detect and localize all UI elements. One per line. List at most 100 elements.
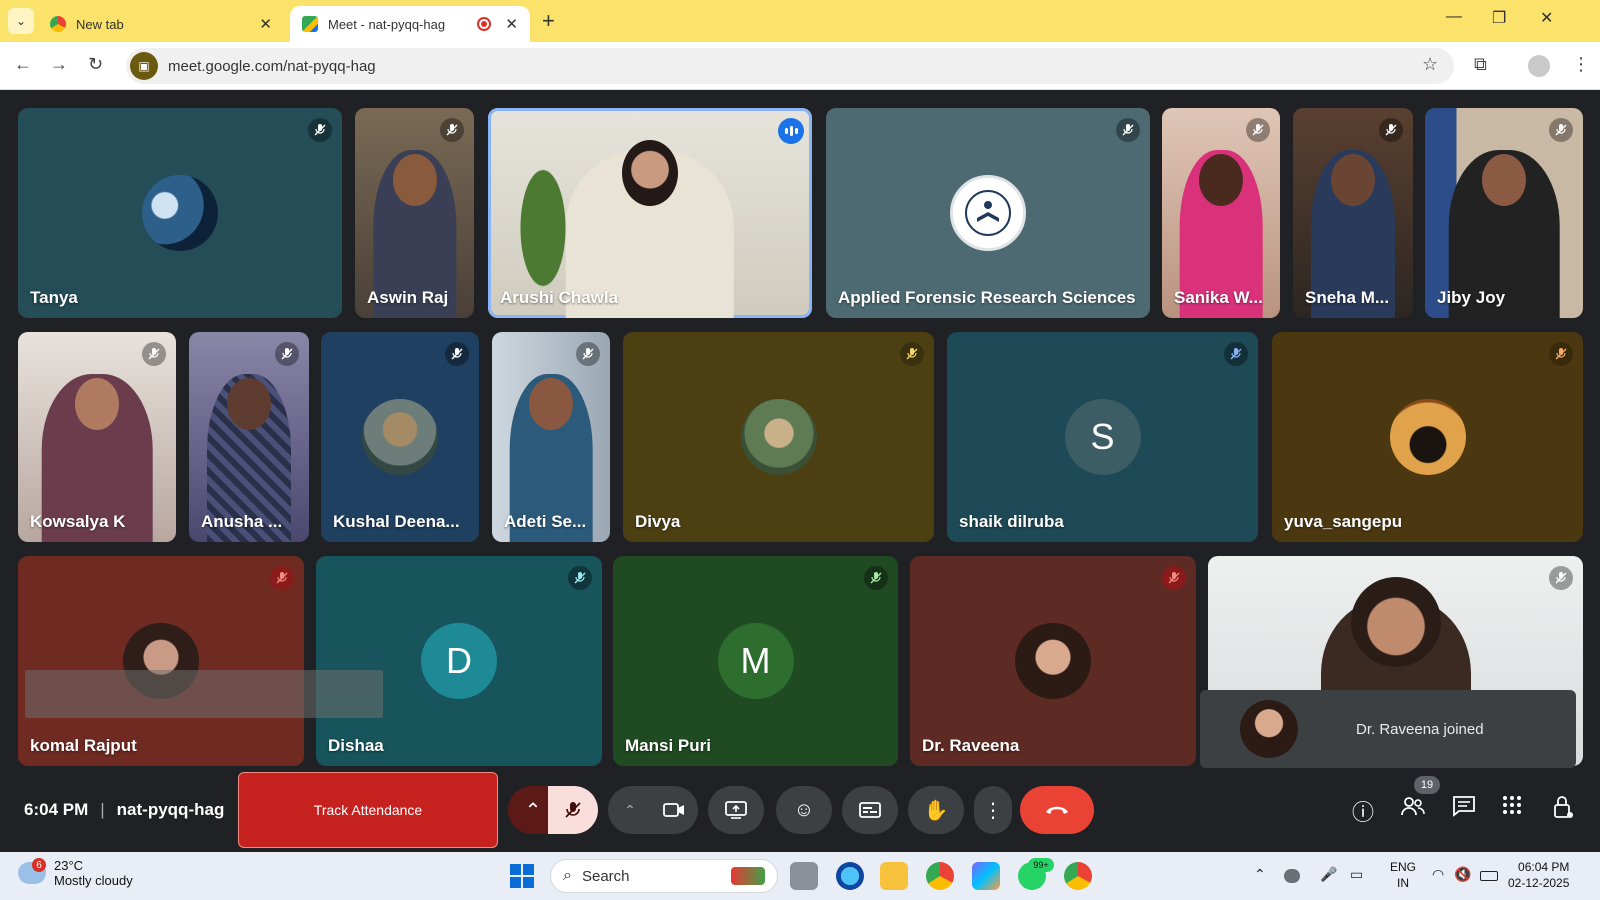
participant-name: Sneha M... [1305, 288, 1390, 307]
taskbar-search-box[interactable]: ⌕ Search [550, 859, 778, 893]
task-view-icon[interactable] [790, 862, 818, 890]
video-options-chevron-icon[interactable]: ⌃ [608, 786, 652, 834]
bookmark-star-icon[interactable]: ☆ [1422, 54, 1438, 75]
file-explorer-icon[interactable] [880, 862, 908, 890]
participant-tile[interactable]: D Mansi Puri Dishaa [316, 556, 602, 766]
wifi-icon[interactable]: ◠ [1432, 866, 1444, 883]
present-screen-button[interactable] [708, 786, 764, 834]
participant-name: Applied Forensic Research Sciences [838, 288, 1136, 307]
participant-tile-active-speaker[interactable]: Arushi Chawla [488, 108, 812, 318]
participant-tile[interactable]: M Mansi Puri [613, 556, 898, 766]
mic-toggle-button[interactable] [548, 786, 598, 834]
tab-new-tab[interactable]: New tab ✕ [38, 6, 284, 42]
tray-overflow-chevron-icon[interactable]: ⌃ [1254, 866, 1266, 883]
participant-tile[interactable]: Adeti Se... [492, 332, 610, 542]
chrome-menu-icon[interactable]: ⋮ [1572, 54, 1590, 75]
captions-button[interactable] [842, 786, 898, 834]
raise-hand-button[interactable]: ✋ [908, 786, 964, 834]
participant-tile[interactable]: Applied Forensic Research Sciences [826, 108, 1150, 318]
back-arrow-icon[interactable]: ← [14, 54, 32, 75]
host-controls-lock-icon[interactable] [1552, 795, 1574, 825]
participant-tile[interactable]: Sanika W... [1162, 108, 1280, 318]
browser-tab-strip: ⌄ New tab ✕ Meet - nat-pyqq-hag ✕ + — ❐ … [0, 0, 1600, 42]
input-language[interactable]: ENG IN [1390, 859, 1416, 891]
browser-toolbar: ← → ↻ ▣ meet.google.com/nat-pyqq-hag ☆ ⧉… [0, 42, 1600, 90]
whatsapp-badge: 99+ [1028, 858, 1054, 872]
microphone-tray-icon[interactable]: 🎤 [1320, 866, 1337, 883]
captions-icon [859, 802, 881, 818]
maximize-button[interactable]: ❐ [1492, 8, 1506, 28]
volume-muted-icon[interactable]: 🔇 [1454, 866, 1471, 883]
forward-arrow-icon[interactable]: → [50, 54, 68, 75]
battery-icon[interactable] [1480, 871, 1498, 881]
participant-avatar [362, 399, 438, 475]
participant-name: yuva_sangepu [1284, 512, 1403, 531]
muted-mic-icon [308, 118, 332, 142]
muted-mic-icon [900, 342, 924, 366]
join-notification-toast: Dr. Raveena joined [1200, 690, 1576, 768]
participant-tile[interactable]: yuva_sangepu [1272, 332, 1583, 542]
participant-tile[interactable]: Kowsalya K [18, 332, 176, 542]
participant-name: Anusha ... [201, 512, 283, 531]
participant-tile[interactable]: Aswin Raj [355, 108, 474, 318]
participant-name: Jiby Joy [1437, 288, 1506, 307]
chat-icon[interactable] [1452, 795, 1476, 823]
onedrive-icon[interactable] [1284, 869, 1300, 883]
window-close-button[interactable]: ✕ [1540, 8, 1553, 28]
speaking-indicator-icon [778, 118, 804, 144]
search-label: Search [581, 867, 630, 885]
people-icon[interactable] [1400, 795, 1426, 823]
minimize-button[interactable]: — [1446, 8, 1462, 26]
video-face [75, 378, 119, 431]
emoji-reaction-button[interactable]: ☺ [776, 786, 832, 834]
participant-name: Mansi Puri [625, 736, 711, 755]
participant-tile[interactable]: Dr. Raveena [910, 556, 1196, 766]
participant-tile[interactable]: Anusha ... [189, 332, 309, 542]
meeting-time: 6:04 PM [24, 800, 89, 819]
participant-name: komal Rajput [30, 736, 137, 755]
participant-tile[interactable]: S shaik dilruba [947, 332, 1258, 542]
close-tab-icon[interactable]: ✕ [505, 15, 518, 33]
leave-call-button[interactable] [1020, 786, 1094, 834]
track-attendance-button[interactable]: Track Attendance [238, 772, 498, 848]
participant-tile[interactable]: Divya [623, 332, 934, 542]
muted-mic-icon [1549, 342, 1573, 366]
profile-avatar-icon[interactable] [1528, 55, 1550, 77]
extensions-puzzle-icon[interactable]: ⧉ [1474, 54, 1487, 75]
hand-icon: ✋ [923, 799, 949, 822]
muted-mic-icon [1162, 566, 1186, 590]
participant-tile[interactable]: Tanya [18, 108, 342, 318]
participant-tile[interactable]: Kushal Deena... [321, 332, 479, 542]
participant-name: Dishaa [328, 736, 384, 755]
address-bar[interactable]: ▣ meet.google.com/nat-pyqq-hag [126, 48, 1454, 84]
system-clock[interactable]: 06:04 PM 02-12-2025 [1508, 859, 1569, 891]
windows-start-icon[interactable] [510, 864, 534, 888]
chrome-active-icon[interactable] [1064, 862, 1092, 890]
hang-up-icon [1046, 806, 1068, 814]
copilot-icon[interactable] [972, 862, 1000, 890]
toast-text: Dr. Raveena joined [1356, 720, 1484, 738]
chrome-taskbar-icon[interactable] [926, 862, 954, 890]
participant-tile[interactable]: komal Rajput [18, 556, 304, 766]
edge-browser-icon[interactable] [836, 862, 864, 890]
camera-toggle-button[interactable] [650, 786, 698, 834]
meeting-details-info-icon[interactable]: ⓘ [1352, 795, 1374, 827]
more-options-button[interactable]: ⋮ [974, 786, 1012, 834]
separator: | [100, 800, 105, 819]
tab-meet[interactable]: Meet - nat-pyqq-hag ✕ [290, 6, 530, 42]
muted-mic-icon [142, 342, 166, 366]
weather-widget[interactable]: 6 23°C Mostly cloudy [18, 858, 133, 888]
participant-tile[interactable]: Sneha M... [1293, 108, 1413, 318]
participant-avatar: S [1064, 399, 1141, 475]
activities-grid-icon[interactable] [1502, 795, 1522, 821]
participant-name: shaik dilruba [959, 512, 1064, 531]
site-info-icon[interactable]: ▣ [130, 52, 158, 80]
tab-search-chevron-icon[interactable]: ⌄ [8, 8, 34, 34]
muted-mic-icon [864, 566, 888, 590]
reload-icon[interactable]: ↻ [88, 54, 103, 75]
muted-mic-icon [1224, 342, 1248, 366]
close-tab-icon[interactable]: ✕ [259, 15, 272, 33]
participant-tile[interactable]: Jiby Joy [1425, 108, 1583, 318]
new-tab-button[interactable]: + [542, 8, 555, 34]
screen-tray-icon[interactable]: ▭ [1350, 866, 1363, 883]
